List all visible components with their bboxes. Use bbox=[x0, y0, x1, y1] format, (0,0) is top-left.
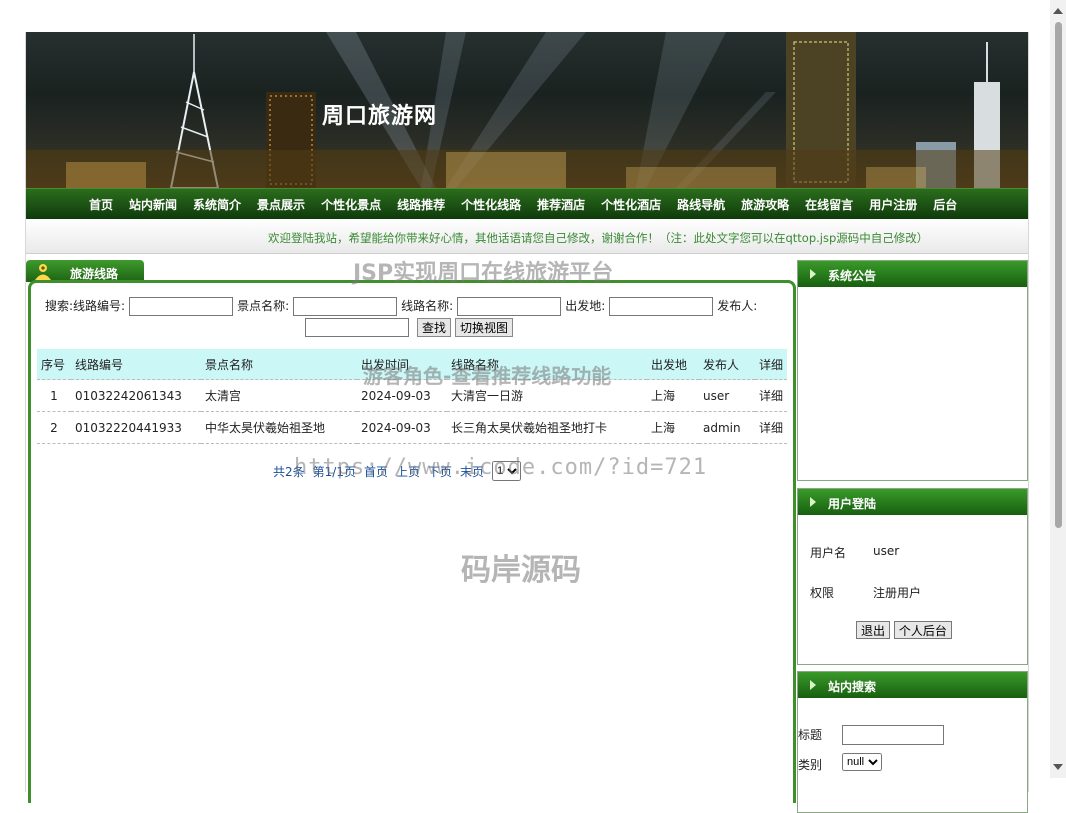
search-form: 搜索: 线路编号: 景点名称: 线路名称: 出发地: 发布人: 查找 切换视图 bbox=[45, 295, 785, 337]
username-row: 用户名 user bbox=[810, 544, 846, 561]
username-label: 用户名 bbox=[810, 546, 846, 560]
search-title-row: 标题 bbox=[798, 726, 822, 743]
departure-input[interactable] bbox=[609, 297, 713, 316]
search-button[interactable]: 查找 bbox=[417, 318, 451, 337]
row-route-name: 长三角太昊伏羲始祖圣地打卡 bbox=[447, 412, 647, 444]
row-publisher: user bbox=[699, 380, 755, 412]
nav-list: 首页 站内新闻 系统简介 景点展示 个性化景点 线路推荐 个性化线路 推荐酒店 … bbox=[89, 189, 973, 219]
site-search-panel: 站内搜索 标题 类别 null bbox=[797, 671, 1028, 813]
col-detail: 详细 bbox=[755, 349, 787, 380]
page-scrollbar[interactable] bbox=[1050, 0, 1066, 778]
search-type-select[interactable]: null bbox=[842, 753, 882, 771]
scroll-thumb[interactable] bbox=[1055, 22, 1062, 528]
personal-backend-button[interactable]: 个人后台 bbox=[894, 621, 952, 639]
nav-personal-hotels[interactable]: 个性化酒店 bbox=[601, 196, 661, 213]
row-date: 2024-09-03 bbox=[357, 412, 447, 444]
row-detail-link[interactable]: 详细 bbox=[755, 380, 787, 412]
nav-hotel-recommend[interactable]: 推荐酒店 bbox=[537, 196, 585, 213]
spot-input[interactable] bbox=[293, 297, 397, 316]
search-type-row: 类别 null bbox=[798, 756, 822, 773]
night-skyline-image bbox=[26, 32, 1028, 188]
row-route-code: 01032220441933 bbox=[71, 412, 201, 444]
bullet-icon bbox=[810, 497, 816, 507]
nav-personal-routes[interactable]: 个性化线路 bbox=[461, 196, 521, 213]
role-row: 权限 注册用户 bbox=[810, 584, 834, 601]
main-navbar: 首页 站内新闻 系统简介 景点展示 个性化景点 线路推荐 个性化线路 推荐酒店 … bbox=[26, 188, 1028, 219]
nav-route-recommend[interactable]: 线路推荐 bbox=[397, 196, 445, 213]
watermark-title: JSP实现周口在线旅游平台 bbox=[353, 255, 613, 287]
notice-panel: 系统公告 bbox=[797, 260, 1028, 481]
login-header: 用户登陆 bbox=[798, 489, 1027, 515]
nav-message-board[interactable]: 在线留言 bbox=[805, 196, 853, 213]
nav-route-navigation[interactable]: 路线导航 bbox=[677, 196, 725, 213]
site-title: 周口旅游网 bbox=[322, 98, 437, 130]
login-title: 用户登陆 bbox=[828, 495, 876, 512]
nav-travel-guides[interactable]: 旅游攻略 bbox=[741, 196, 789, 213]
row-no: 1 bbox=[37, 380, 71, 412]
scroll-up-icon[interactable] bbox=[1053, 8, 1063, 14]
scroll-down-icon[interactable] bbox=[1053, 764, 1063, 770]
nav-register[interactable]: 用户注册 bbox=[869, 196, 917, 213]
row-from: 上海 bbox=[647, 380, 699, 412]
publisher-input[interactable] bbox=[305, 318, 409, 337]
site-search-title: 站内搜索 bbox=[828, 678, 876, 695]
role-value: 注册用户 bbox=[873, 584, 921, 601]
nav-home[interactable]: 首页 bbox=[89, 196, 113, 213]
search-type-label: 类别 bbox=[798, 758, 822, 772]
notice-header: 系统公告 bbox=[798, 261, 1027, 287]
site-search-header: 站内搜索 bbox=[798, 672, 1027, 698]
table-row: 2 01032220441933 中华太昊伏羲始祖圣地 2024-09-03 长… bbox=[37, 412, 787, 444]
routes-tab: 旅游线路 bbox=[26, 260, 144, 282]
publisher-label: 发布人: bbox=[717, 295, 757, 317]
route-no-label: 线路编号: bbox=[73, 295, 125, 317]
watermark-url: https://www.icode.com/?id=721 bbox=[294, 455, 707, 480]
row-from: 上海 bbox=[647, 412, 699, 444]
row-detail-link[interactable]: 详细 bbox=[755, 412, 787, 444]
search-title-input[interactable] bbox=[842, 725, 944, 745]
row-route-code: 01032242061343 bbox=[71, 380, 201, 412]
col-spot: 景点名称 bbox=[201, 349, 357, 380]
row-no: 2 bbox=[37, 412, 71, 444]
nav-site-news[interactable]: 站内新闻 bbox=[129, 196, 177, 213]
login-actions: 退出 个人后台 bbox=[856, 621, 952, 639]
route-name-label: 线路名称: bbox=[401, 295, 453, 317]
col-from: 出发地 bbox=[647, 349, 699, 380]
welcome-bar: 欢迎登陆我站，希望能给你带来好心情，其他话语请您自己修改，谢谢合作！（注：此处文… bbox=[26, 219, 1028, 254]
page-wrapper: 周口旅游网 首页 站内新闻 系统简介 景点展示 个性化景点 线路推荐 个性化线路… bbox=[25, 32, 1029, 792]
logout-button[interactable]: 退出 bbox=[856, 621, 890, 639]
col-publisher: 发布人 bbox=[699, 349, 755, 380]
bullet-icon bbox=[810, 680, 816, 690]
col-no: 序号 bbox=[37, 349, 71, 380]
search-prefix: 搜索: bbox=[45, 295, 73, 317]
nav-attractions[interactable]: 景点展示 bbox=[257, 196, 305, 213]
route-no-input[interactable] bbox=[129, 297, 233, 316]
switch-view-button[interactable]: 切换视图 bbox=[455, 318, 513, 337]
notice-title: 系统公告 bbox=[828, 267, 876, 284]
bullet-icon bbox=[810, 269, 816, 279]
role-label: 权限 bbox=[810, 586, 834, 600]
username-value: user bbox=[873, 544, 899, 558]
user-icon bbox=[34, 262, 52, 280]
watermark-brand: 码岸源码 bbox=[461, 545, 581, 589]
col-route-code: 线路编号 bbox=[71, 349, 201, 380]
site-banner: 周口旅游网 bbox=[26, 32, 1028, 188]
routes-panel: 搜索: 线路编号: 景点名称: 线路名称: 出发地: 发布人: 查找 切换视图 … bbox=[28, 280, 796, 803]
nav-admin[interactable]: 后台 bbox=[933, 196, 957, 213]
nav-system-intro[interactable]: 系统简介 bbox=[193, 196, 241, 213]
route-name-input[interactable] bbox=[457, 297, 561, 316]
row-spot: 中华太昊伏羲始祖圣地 bbox=[201, 412, 357, 444]
row-spot: 太清宫 bbox=[201, 380, 357, 412]
row-publisher: admin bbox=[699, 412, 755, 444]
search-title-label: 标题 bbox=[798, 728, 822, 742]
nav-personal-attractions[interactable]: 个性化景点 bbox=[321, 196, 381, 213]
spot-label: 景点名称: bbox=[237, 295, 289, 317]
login-panel: 用户登陆 用户名 user 权限 注册用户 退出 个人后台 bbox=[797, 488, 1028, 665]
departure-label: 出发地: bbox=[565, 295, 605, 317]
welcome-text: 欢迎登陆我站，希望能给你带来好心情，其他话语请您自己修改，谢谢合作！（注：此处文… bbox=[268, 230, 928, 246]
watermark-role: 游客角色-查看推荐线路功能 bbox=[363, 360, 611, 389]
